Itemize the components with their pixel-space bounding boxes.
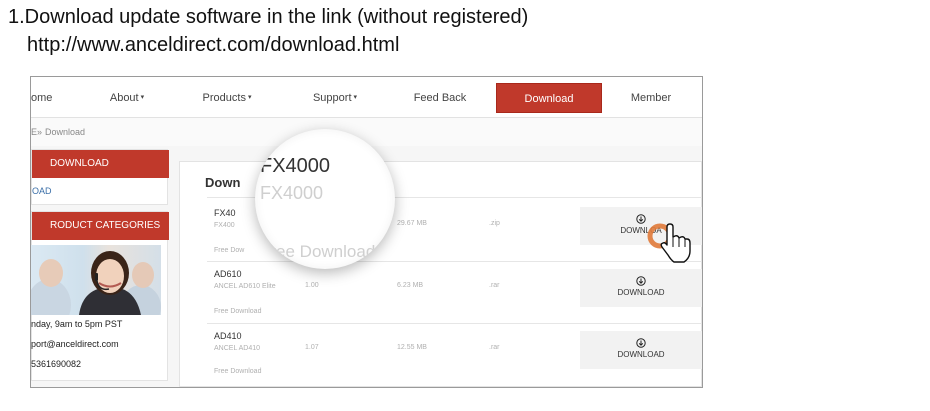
product-size: 12.55 MB xyxy=(397,344,427,351)
download-icon xyxy=(636,276,646,286)
breadcrumb-separator: » xyxy=(37,127,43,137)
instruction-url: http://www.anceldirect.com/download.html xyxy=(27,34,400,56)
free-download-label: Free Download xyxy=(214,368,262,375)
website-screenshot: ome About ▾ Products ▾ Support ▾ Feed Back … xyxy=(30,76,703,388)
nav-home[interactable]: ome xyxy=(31,83,69,113)
hand-cursor-icon xyxy=(647,223,691,263)
download-button[interactable]: DOWNLOAD xyxy=(580,269,702,307)
product-name: AD610 xyxy=(214,269,242,279)
nav-about[interactable]: About ▾ xyxy=(93,83,161,113)
agent-photo xyxy=(31,245,161,315)
download-icon xyxy=(636,338,646,348)
row-divider xyxy=(207,323,702,324)
sidebar-download-header: DOWNLOAD xyxy=(32,150,169,178)
instruction-line-1: 1.Download update software in the link (… xyxy=(8,6,529,28)
nav-download[interactable]: Download xyxy=(496,83,602,113)
breadcrumb-current: Download xyxy=(45,127,86,137)
magnifier-overlay: FX4000 FX4000 Free Download xyxy=(255,129,395,269)
caret-down-icon: ▾ xyxy=(247,94,252,102)
contact-hours: nday, 9am to 5pm PST xyxy=(31,319,123,329)
download-button[interactable]: DOWNLOAD xyxy=(580,331,702,369)
nav-products[interactable]: Products ▾ xyxy=(193,83,261,113)
nav-member[interactable]: Member xyxy=(621,83,681,113)
contact-phone: 5361690082 xyxy=(31,359,82,369)
product-version: 1.07 xyxy=(305,344,319,351)
product-name: AD410 xyxy=(214,331,242,341)
product-subtitle: ANCEL AD610 Elite xyxy=(214,283,276,290)
product-version: 1.00 xyxy=(305,282,319,289)
product-ext: .rar xyxy=(489,344,500,351)
product-size: 6.23 MB xyxy=(397,282,424,289)
product-size: 29.67 MB xyxy=(397,220,427,227)
product-subtitle: ANCEL AD410 xyxy=(214,345,261,352)
product-name: FX40 xyxy=(214,208,236,218)
magnified-free-download: Free Download xyxy=(260,242,376,261)
caret-down-icon: ▾ xyxy=(353,94,358,102)
download-icon xyxy=(636,214,646,224)
nav-feedback[interactable]: Feed Back xyxy=(405,83,475,113)
product-subtitle: FX400 xyxy=(214,222,235,229)
download-button-label: DOWNLOAD xyxy=(617,350,665,359)
product-ext: .zip xyxy=(489,220,500,227)
caret-down-icon: ▾ xyxy=(140,94,145,102)
download-button-label: DOWNLOAD xyxy=(617,288,665,297)
sidebar-download-box: DOWNLOAD OAD xyxy=(31,149,169,205)
product-ext: .rar xyxy=(489,282,500,289)
nav-support[interactable]: Support ▾ xyxy=(301,83,369,113)
magnified-product-name: FX4000 xyxy=(260,155,331,177)
magnified-product-subtitle: FX4000 xyxy=(260,183,324,203)
contact-email[interactable]: port@anceldirect.com xyxy=(31,339,119,349)
sidebar-categories-header: RODUCT CATEGORIES xyxy=(32,212,169,240)
free-download-label: Free Dow xyxy=(214,247,245,254)
panel-title: Down xyxy=(205,175,241,190)
top-nav: ome About ▾ Products ▾ Support ▾ Feed Back … xyxy=(31,77,702,118)
free-download-label: Free Download xyxy=(214,308,262,315)
sidebar-download-link[interactable]: OAD xyxy=(32,186,52,196)
